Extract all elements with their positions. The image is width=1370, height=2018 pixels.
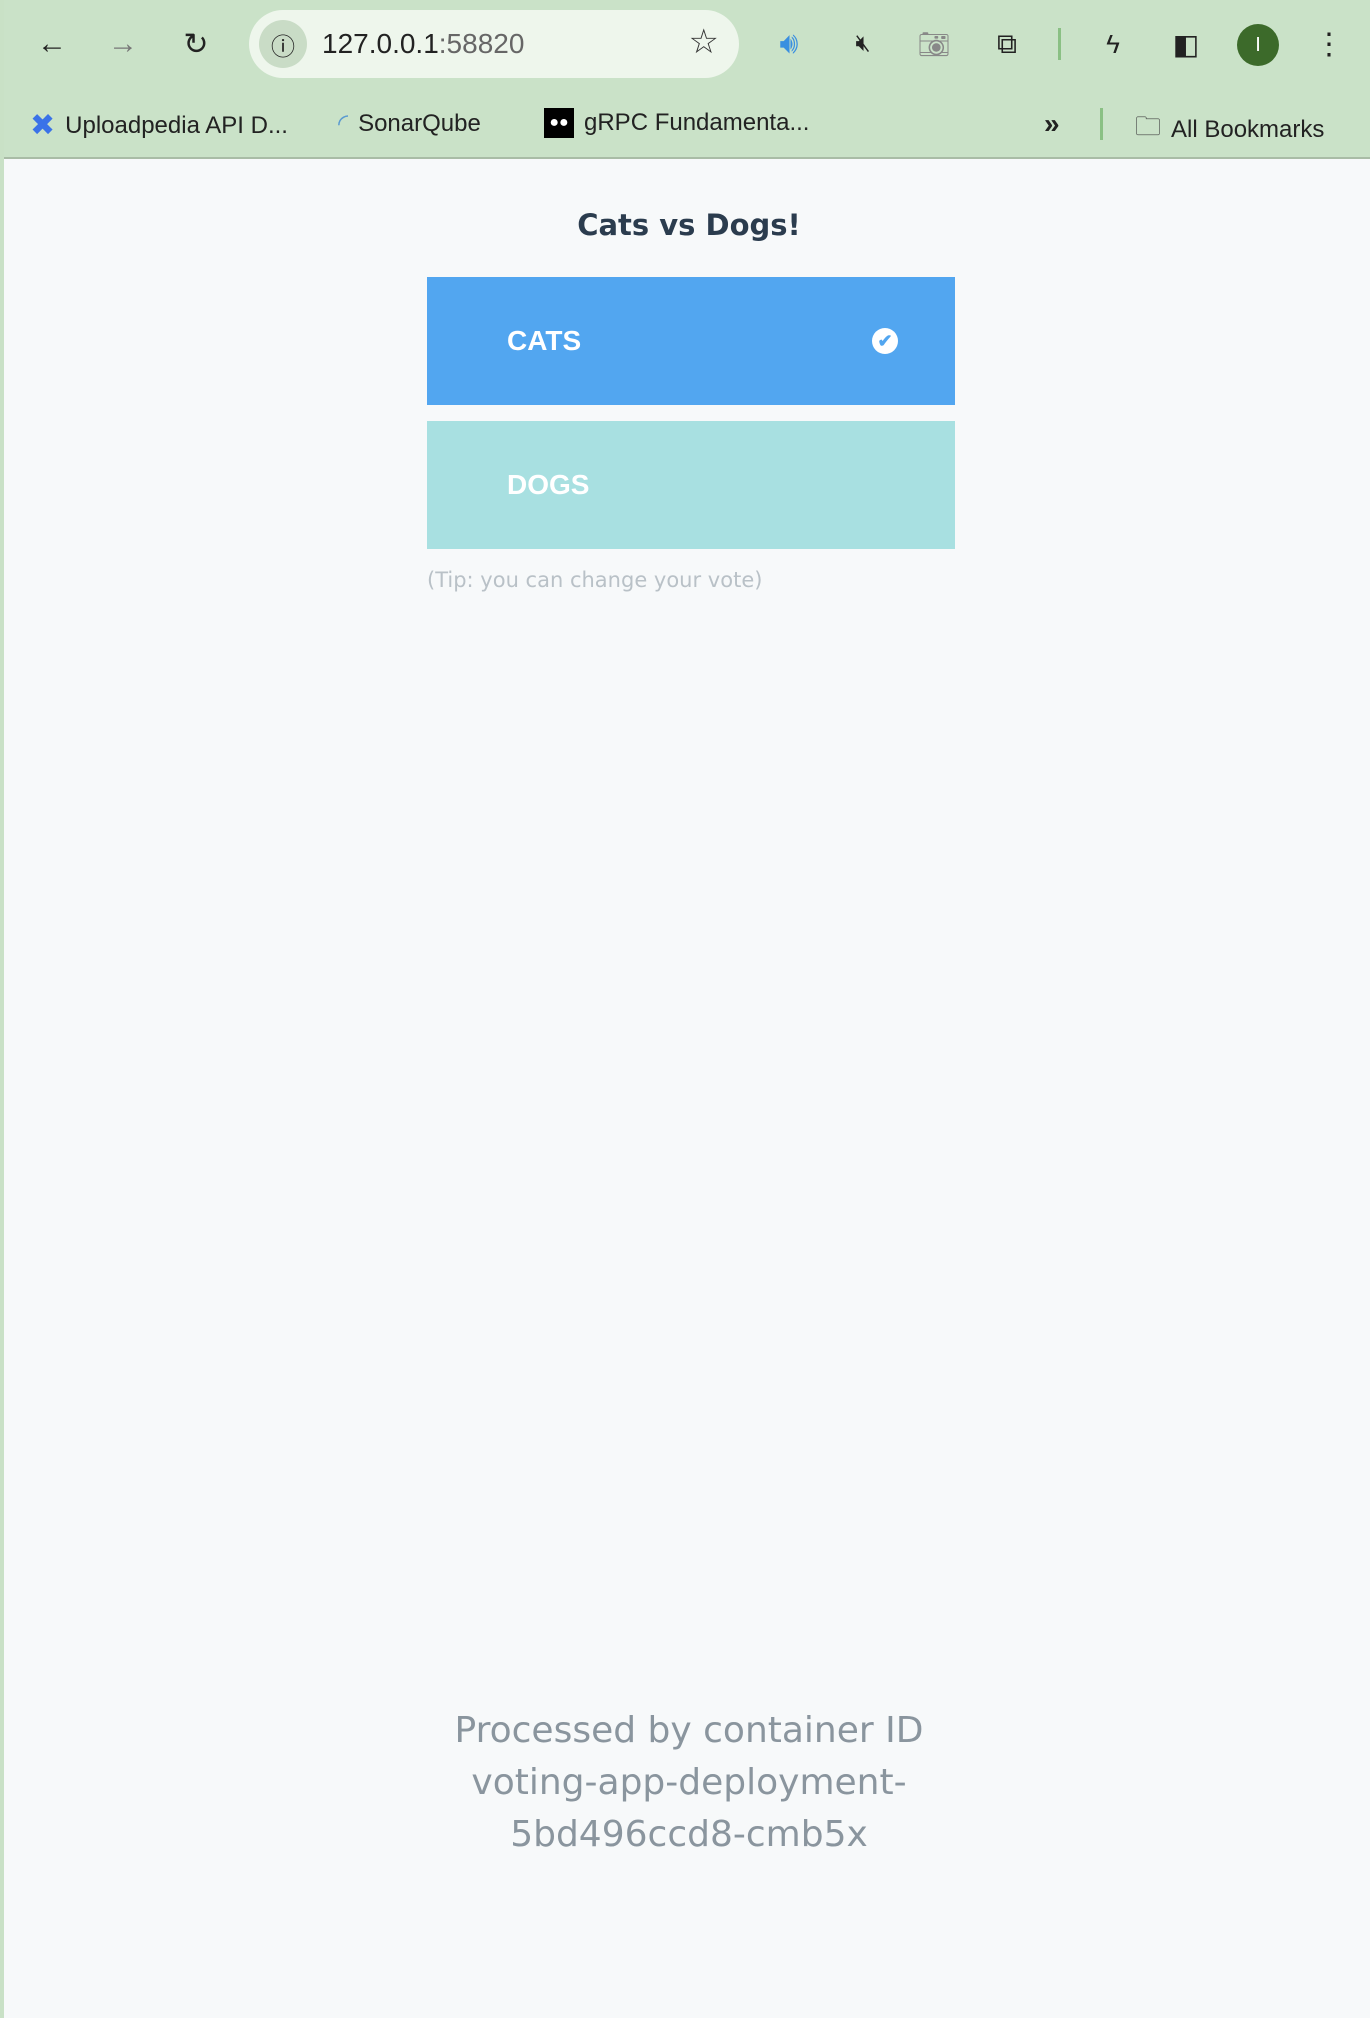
bookmark-item[interactable]: ✖ Uploadpedia API D... (30, 108, 288, 143)
bookmark-item[interactable]: ◜ SonarQube (338, 108, 481, 139)
audio-playing-icon[interactable]: 🔊︎ (767, 22, 811, 66)
profile-avatar[interactable]: I (1237, 24, 1279, 66)
grpc-icon: ●● (544, 108, 574, 138)
footer-line: 5bd496ccd8-cmb5x (510, 1814, 868, 1855)
site-info-icon[interactable]: ⓘ (259, 20, 307, 68)
url-text: 127.0.0.1:58820 (322, 28, 525, 59)
menu-icon[interactable]: ⋮ (1307, 22, 1351, 66)
tip-text: (Tip: you can change your vote) (427, 568, 763, 592)
folder-icon: 🗀 (1135, 111, 1162, 141)
address-bar[interactable]: ⓘ 127.0.0.1:58820 ☆ (249, 10, 739, 78)
footer-line: voting-app-deployment- (471, 1762, 907, 1803)
dogs-label: DOGS (507, 469, 590, 500)
forward-icon[interactable]: → (101, 22, 145, 66)
camera-icon[interactable]: 📷︎ (912, 22, 956, 66)
vote-dogs-button[interactable]: DOGS (427, 421, 955, 549)
more-bookmarks-icon[interactable]: » (1044, 108, 1060, 140)
check-circle-icon: ✔ (872, 328, 898, 354)
divider (1100, 108, 1103, 140)
reload-icon[interactable]: ↻ (174, 22, 218, 66)
vote-cats-button[interactable]: CATS ✔ (427, 277, 955, 405)
all-bookmarks[interactable]: 🗀 All Bookmarks (1135, 108, 1324, 152)
page-title: Cats vs Dogs! (577, 208, 801, 242)
container-id-footer: Processed by container ID voting-app-dep… (4, 1705, 1370, 1861)
extensions-icon[interactable]: ⧉ (985, 22, 1029, 66)
back-icon[interactable]: ← (30, 22, 74, 66)
cats-label: CATS (507, 325, 582, 356)
browser-toolbar: ← → ↻ ⓘ 127.0.0.1:58820 ☆ 🔊︎ 🔇︎ 📷︎ ⧉ ϟ ◧… (4, 0, 1370, 159)
mute-icon[interactable]: 🔇︎ (841, 22, 885, 66)
performance-icon[interactable]: ϟ (1091, 22, 1135, 66)
bookmark-item[interactable]: ●● gRPC Fundamenta... (544, 108, 809, 138)
divider (1058, 28, 1061, 60)
sonarqube-icon: ◜ (338, 108, 349, 138)
bookmark-star-icon[interactable]: ☆ (689, 22, 719, 62)
side-panel-icon[interactable]: ◧ (1164, 22, 1208, 66)
uploadpedia-icon: ✖ (30, 109, 56, 142)
footer-line: Processed by container ID (454, 1710, 924, 1751)
